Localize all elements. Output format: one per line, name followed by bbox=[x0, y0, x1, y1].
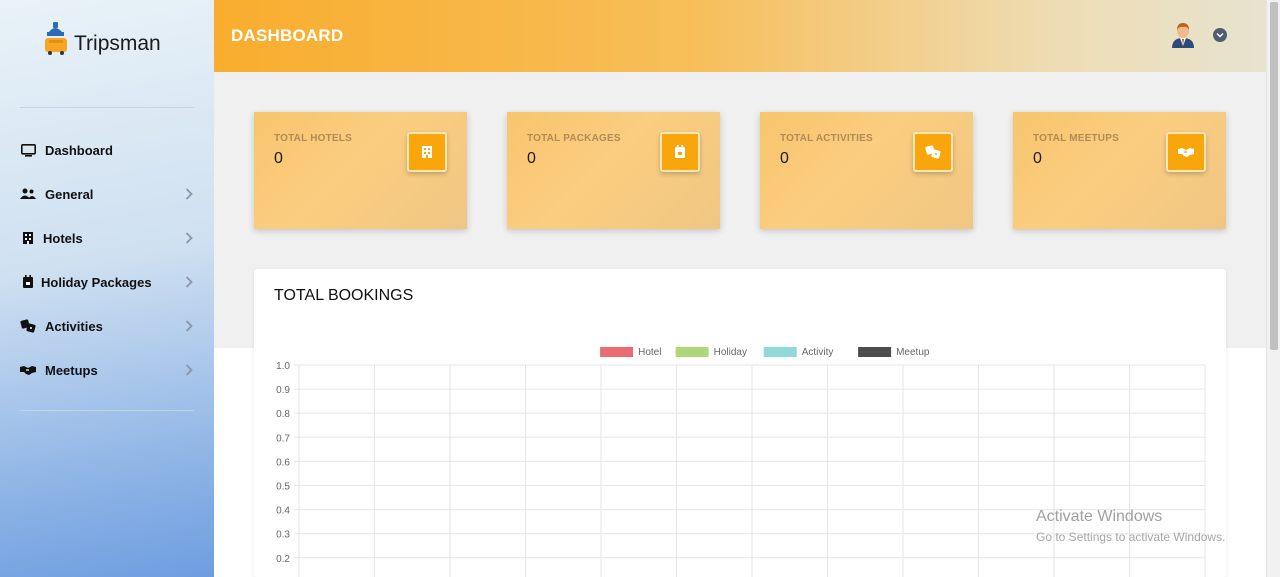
legend-swatch bbox=[763, 347, 797, 357]
y-tick-label: 0.9 bbox=[276, 385, 290, 396]
stat-value: 0 bbox=[1033, 150, 1042, 167]
sidebar-item-meetups[interactable]: Meetups bbox=[20, 358, 196, 382]
page-title: DASHBOARD bbox=[231, 26, 344, 45]
monitor-icon bbox=[20, 142, 36, 158]
y-tick-label: 0.6 bbox=[276, 457, 290, 468]
stat-card-meetups: TOTAL MEETUPS 0 bbox=[1013, 112, 1226, 229]
top-header: DASHBOARD bbox=[214, 0, 1266, 72]
calendar-icon bbox=[660, 132, 700, 172]
sidebar-item-label: Meetups bbox=[45, 362, 98, 378]
y-tick-label: 0.4 bbox=[276, 506, 290, 517]
chevron-right-icon bbox=[182, 275, 196, 289]
stat-label: TOTAL PACKAGES bbox=[527, 133, 621, 144]
stat-label: TOTAL ACTIVITIES bbox=[780, 133, 873, 144]
stat-value: 0 bbox=[780, 150, 789, 167]
stat-value: 0 bbox=[527, 150, 536, 167]
y-tick-label: 0.5 bbox=[276, 482, 290, 493]
sidebar-item-label: Dashboard bbox=[45, 142, 113, 158]
handshake-icon bbox=[20, 362, 36, 378]
sidebar-item-dashboard[interactable]: Dashboard bbox=[20, 138, 196, 162]
stat-value: 0 bbox=[274, 150, 283, 167]
stat-card-packages: TOTAL PACKAGES 0 bbox=[507, 112, 720, 229]
user-avatar[interactable] bbox=[1171, 22, 1195, 48]
legend-label: Hotel bbox=[638, 347, 661, 358]
user-menu-toggle[interactable] bbox=[1213, 28, 1227, 42]
dice-icon bbox=[913, 132, 953, 172]
stat-label: TOTAL MEETUPS bbox=[1033, 133, 1119, 144]
sidebar-item-hotels[interactable]: Hotels bbox=[20, 226, 196, 250]
app-logo[interactable]: Tripsman bbox=[44, 22, 161, 56]
y-tick-label: 0.3 bbox=[276, 530, 290, 541]
activation-watermark-title: Activate Windows bbox=[1036, 508, 1163, 525]
scrollbar-thumb[interactable] bbox=[1270, 2, 1278, 350]
sidebar-item-label: General bbox=[45, 186, 94, 202]
activation-watermark-subtitle: Go to Settings to activate Windows. bbox=[1036, 530, 1226, 544]
sidebar: Tripsman Dashboard General Hotels Holida… bbox=[0, 0, 214, 577]
sidebar-item-label: Holiday Packages bbox=[41, 274, 152, 290]
sidebar-divider-top bbox=[20, 107, 194, 108]
users-icon bbox=[20, 186, 36, 202]
stat-card-hotels: TOTAL HOTELS 0 bbox=[254, 112, 467, 229]
dice-icon bbox=[20, 318, 36, 334]
sidebar-item-holiday-packages[interactable]: Holiday Packages bbox=[20, 270, 196, 294]
y-tick-label: 0.8 bbox=[276, 409, 290, 420]
chevron-right-icon bbox=[182, 363, 196, 377]
stat-label: TOTAL HOTELS bbox=[274, 133, 352, 144]
sidebar-item-label: Activities bbox=[45, 318, 103, 334]
calendar-icon bbox=[20, 274, 36, 290]
sidebar-item-general[interactable]: General bbox=[20, 182, 196, 206]
y-tick-label: 0.7 bbox=[276, 433, 290, 444]
stat-card-activities: TOTAL ACTIVITIES 0 bbox=[760, 112, 973, 229]
handshake-icon bbox=[1166, 132, 1206, 172]
chevron-down-icon bbox=[1216, 32, 1224, 38]
legend-swatch bbox=[600, 347, 634, 357]
legend-label: Meetup bbox=[896, 347, 930, 358]
legend-swatch bbox=[675, 347, 709, 357]
hotel-icon bbox=[407, 132, 447, 172]
chevron-right-icon bbox=[182, 231, 196, 245]
legend-label: Activity bbox=[802, 347, 834, 358]
chevron-right-icon bbox=[182, 187, 196, 201]
chevron-right-icon bbox=[182, 319, 196, 333]
page-scrollbar[interactable] bbox=[1266, 0, 1280, 577]
sidebar-item-label: Hotels bbox=[43, 230, 83, 246]
legend-swatch bbox=[858, 347, 892, 357]
suitcase-logo-icon bbox=[44, 22, 70, 56]
y-tick-label: 1.0 bbox=[276, 361, 290, 372]
sidebar-divider-bottom bbox=[20, 410, 194, 411]
y-tick-label: 0.2 bbox=[276, 554, 290, 565]
hotel-icon bbox=[20, 230, 36, 246]
sidebar-item-activities[interactable]: Activities bbox=[20, 314, 196, 338]
legend-label: Holiday bbox=[714, 347, 747, 358]
app-name: Tripsman bbox=[74, 32, 161, 55]
